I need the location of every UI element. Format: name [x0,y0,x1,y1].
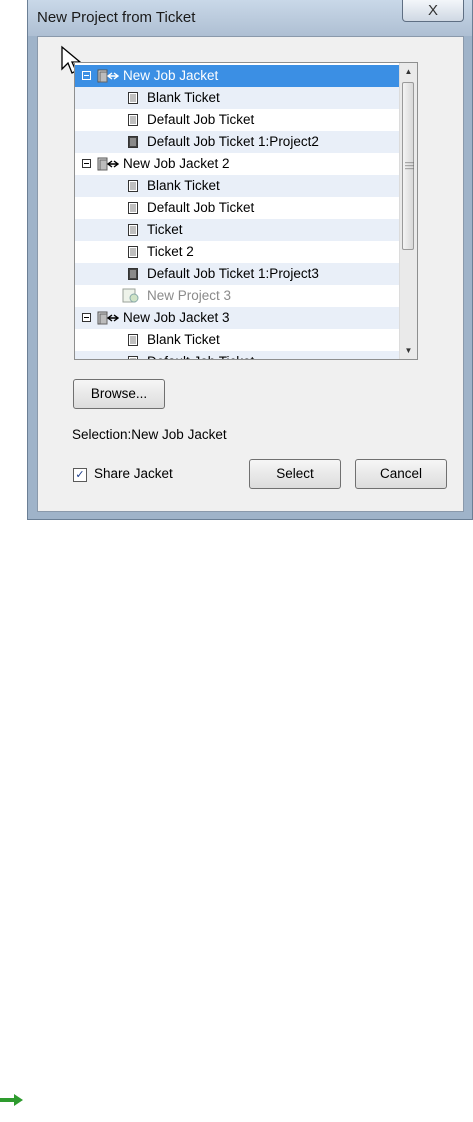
tree-item-label: Default Job Ticket 1:Project3 [147,266,319,281]
tree-item-job-jacket[interactable]: New Job Jacket 2 [75,153,417,175]
share-jacket-checkbox[interactable]: ✓ [73,468,87,482]
tree-item-label: Blank Ticket [147,332,220,347]
checkmark-icon: ✓ [75,469,85,481]
tree-item-label: New Job Jacket [123,68,219,83]
ticket-icon [128,92,138,104]
ticket-icon [128,246,138,258]
selection-prefix: Selection: [72,427,132,442]
tree-item-ticket[interactable]: Default Job Ticket 1:Project2 [75,131,417,153]
tree-item-label: Default Job Ticket 1:Project2 [147,134,319,149]
share-jacket-label: Share Jacket [94,466,173,481]
tree-item-label: Blank Ticket [147,178,220,193]
tree-item-ticket[interactable]: Blank Ticket [75,329,417,351]
job-jacket-icon [97,69,119,83]
scrollbar-thumb[interactable]: — — — [402,82,414,250]
ticket-icon [128,268,138,280]
job-jacket-icon [97,311,119,325]
tree-item-ticket[interactable]: Ticket 2 [75,241,417,263]
tree-item-ticket[interactable]: Blank Ticket [75,87,417,109]
tree-item-label: Default Job Ticket [147,351,254,359]
collapse-icon[interactable] [82,159,91,168]
browse-button[interactable]: Browse... [73,379,165,409]
tree-item-label: Blank Ticket [147,90,220,105]
ticket-icon [128,114,138,126]
ticket-icon [128,224,138,236]
tree-scrollbar[interactable]: ▲ — — — ▼ [399,63,417,359]
green-arrow-icon [0,1094,23,1106]
job-jacket-tree[interactable]: New Job Jacket Blank Ticket Default Job Ti… [74,62,418,360]
grip-icon: — — — [405,157,414,173]
new-project-icon [122,288,139,303]
title-bar[interactable]: New Project from Ticket X [28,0,472,36]
dialog-title: New Project from Ticket [37,9,196,26]
ticket-icon [128,202,138,214]
ticket-icon [128,356,138,359]
dialog-client-area: New Job Jacket Blank Ticket Default Job Ti… [37,36,464,512]
tree-item-label: Default Job Ticket [147,112,255,127]
tree-item-label: New Job Jacket 3 [123,310,230,325]
tree-item-ticket[interactable]: Default Job Ticket [75,197,417,219]
ticket-icon [128,136,138,148]
scroll-up-arrow-icon[interactable]: ▲ [400,63,417,80]
new-project-dialog: New Project from Ticket X New Job Jacket… [27,0,473,520]
collapse-icon[interactable] [82,71,91,80]
tree-item-ticket[interactable]: Default Job Ticket [75,351,417,359]
tree-item-ticket[interactable]: New Project 3 [75,285,417,307]
cancel-button[interactable]: Cancel [355,459,447,489]
tree-item-ticket[interactable]: Ticket [75,219,417,241]
tree-item-ticket[interactable]: Blank Ticket [75,175,417,197]
tree-item-ticket[interactable]: Default Job Ticket 1:Project3 [75,263,417,285]
selection-status: Selection:New Job Jacket [72,427,227,442]
tree-item-ticket[interactable]: Default Job Ticket [75,109,417,131]
tree-item-job-jacket[interactable]: New Job Jacket [75,65,417,87]
ticket-icon [128,334,138,346]
ticket-icon [128,180,138,192]
tree-item-job-jacket[interactable]: New Job Jacket 3 [75,307,417,329]
tree-item-label: New Project 3 [147,288,232,303]
collapse-icon[interactable] [82,313,91,322]
scroll-down-arrow-icon[interactable]: ▼ [400,342,417,359]
tree-item-label: Ticket [147,222,183,237]
tree-item-label: New Job Jacket 2 [123,156,230,171]
tree-item-label: Ticket 2 [147,244,194,259]
select-button[interactable]: Select [249,459,341,489]
selection-value: New Job Jacket [131,427,227,442]
close-button[interactable]: X [402,0,464,22]
close-icon: X [427,2,438,19]
job-jacket-icon [97,157,119,171]
tree-item-label: Default Job Ticket [147,200,255,215]
